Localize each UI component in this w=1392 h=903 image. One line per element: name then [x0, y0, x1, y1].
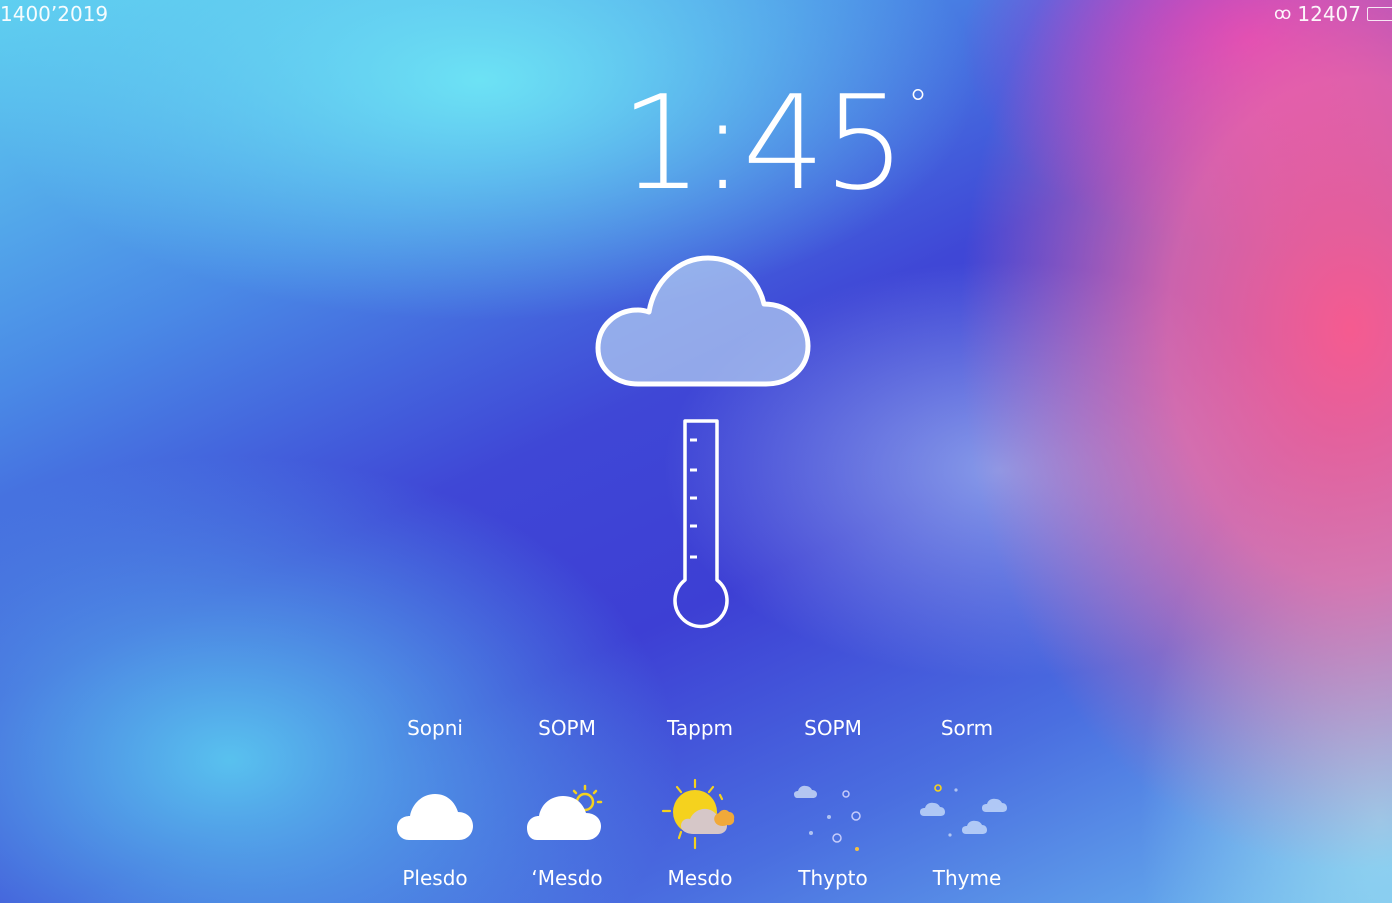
sun-behind-cloud-icon [655, 776, 745, 860]
scattered-clouds-snow-icon [793, 776, 873, 860]
current-temperature: 1:45 ° [620, 78, 928, 208]
forecast-time-2: SOPM [538, 716, 596, 740]
a-icon: ꝏ [1274, 4, 1292, 24]
thermometer-icon [672, 418, 730, 634]
forecast-time-5: Sorm [940, 716, 994, 740]
forecast-condition-2: ‘Mesdo [531, 866, 603, 890]
partly-sunny-cloud-icon [525, 776, 609, 850]
forecast-time-4: SOPM [804, 716, 862, 740]
battery-icon [1367, 7, 1392, 21]
forecast-time-3: Tappm [666, 716, 734, 740]
forecast-time-1: Sopni [407, 716, 463, 740]
status-bar-date: 1400’2019 [0, 2, 109, 26]
degree-symbol: ° [907, 82, 928, 128]
status-bar-clock: 12407 [1297, 2, 1361, 26]
forecast-condition-4: Thypto [798, 866, 868, 890]
status-bar-right: ꝏ 12407 [1274, 2, 1392, 26]
cloud-icon [594, 250, 814, 396]
cloud-icon [395, 776, 475, 850]
scattered-clouds-icon [920, 776, 1014, 860]
forecast-condition-1: Plesdo [402, 866, 468, 890]
forecast-condition-5: Thyme [932, 866, 1002, 890]
forecast-condition-3: Mesdo [667, 866, 733, 890]
temperature-value: 1:45 [620, 67, 906, 219]
